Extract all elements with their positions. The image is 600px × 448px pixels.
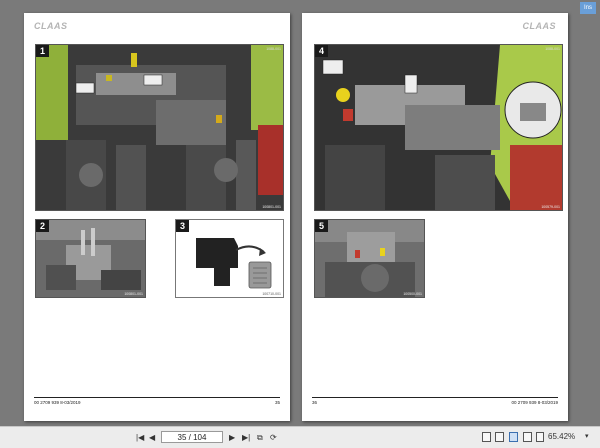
page-number-input[interactable]: 35 / 104 xyxy=(161,431,223,443)
figure-ref: 100579-001 xyxy=(541,205,560,209)
doc-number: 00 2709 939 8-03/2019 xyxy=(511,400,558,405)
page-footer: 36 00 2709 939 8-03/2019 xyxy=(312,397,558,408)
figure-number: 3 xyxy=(176,220,189,232)
two-page-view-icon[interactable] xyxy=(509,432,518,442)
cover-plate-drawing xyxy=(196,238,272,289)
figure-ref: 100500-001 xyxy=(403,292,422,296)
fit-width-icon[interactable] xyxy=(536,432,544,442)
hydraulic-block-photo xyxy=(36,45,283,210)
viewer-toolbar: |◀ ◀ 35 / 104 ▶ ▶| ⧉ ⟳ 65.42% ▾ xyxy=(0,426,600,448)
figure-5-photo: 5 100500-001 xyxy=(314,219,425,298)
figure-4-photo: 4 1088-001 100579-001 xyxy=(314,44,563,211)
figure-ref: 100801-001 xyxy=(262,205,281,209)
valve-overview-photo xyxy=(315,220,424,297)
claas-logo: CLAAS xyxy=(34,21,68,31)
figure-ref: 100801-001 xyxy=(124,292,143,296)
first-page-icon[interactable]: |◀ xyxy=(136,432,144,443)
right-page: CLAAS 4 1088-001 100579-001 5 100500-001 xyxy=(302,13,568,421)
figure-number: 4 xyxy=(315,45,328,57)
page-number: 35 xyxy=(274,400,280,405)
figure-code: 1088-001 xyxy=(266,47,281,51)
figure-2-photo: 2 100801-001 xyxy=(35,219,146,298)
page-number: 36 xyxy=(312,400,318,405)
claas-logo: CLAAS xyxy=(522,21,556,31)
figure-number: 1 xyxy=(36,45,49,57)
figure-number: 5 xyxy=(315,220,328,232)
doc-number: 00 2709 939 8-03/2019 xyxy=(34,400,81,405)
page-footer: 00 2709 939 8-03/2019 35 xyxy=(34,397,280,408)
left-page: CLAAS 1 1088-001 100801-001 2 100801-001… xyxy=(24,13,290,421)
last-page-icon[interactable]: ▶| xyxy=(242,432,250,443)
figure-ref: 100710-001 xyxy=(262,292,281,296)
zoom-dropdown-icon[interactable]: ▾ xyxy=(585,432,589,440)
continuous-view-icon[interactable] xyxy=(495,432,504,442)
prev-page-icon[interactable]: ◀ xyxy=(149,432,155,443)
copy-icon[interactable]: ⧉ xyxy=(257,432,263,443)
figure-3-drawing: 3 100710-001 xyxy=(175,219,284,298)
zoom-level[interactable]: 65.42% xyxy=(548,432,575,441)
next-page-icon[interactable]: ▶ xyxy=(229,432,235,443)
control-valve-photo xyxy=(315,45,562,210)
single-page-view-icon[interactable] xyxy=(482,432,491,442)
valve-lever-photo xyxy=(36,220,145,297)
figure-number: 2 xyxy=(36,220,49,232)
figure-1-photo: 1 1088-001 100801-001 xyxy=(35,44,284,211)
two-page-continuous-view-icon[interactable] xyxy=(523,432,532,442)
corner-badge: Ins xyxy=(580,2,596,14)
rotate-icon[interactable]: ⟳ xyxy=(270,432,277,443)
figure-code: 1088-001 xyxy=(545,47,560,51)
